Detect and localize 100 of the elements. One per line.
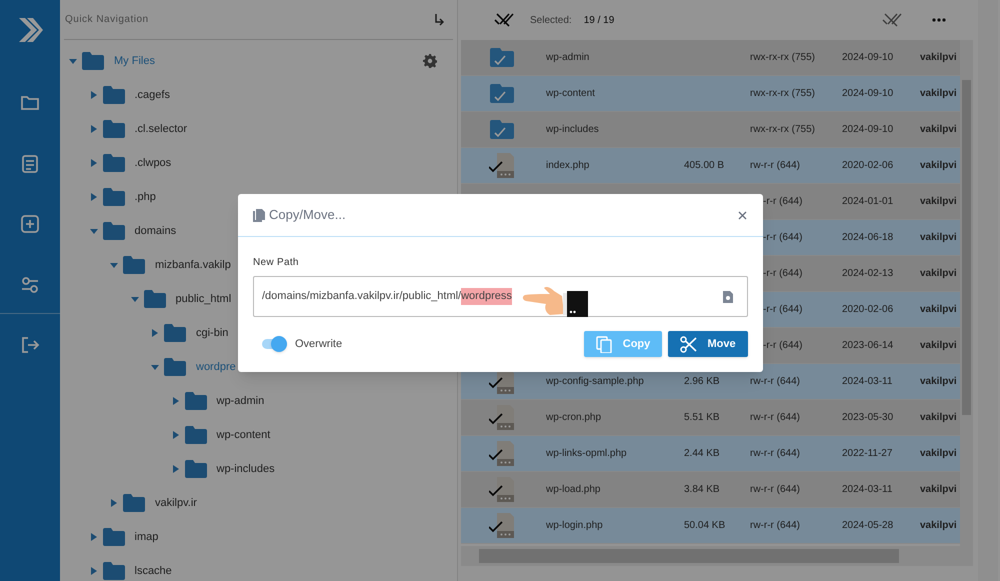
caret-icon[interactable]	[90, 567, 98, 575]
folder-label[interactable]: .cl.selector	[134, 120, 188, 138]
horizontal-scrollbar[interactable]	[461, 546, 973, 566]
folder-icon	[102, 120, 124, 138]
move-button[interactable]: Move	[668, 331, 748, 357]
table-cell: 2024-09-10	[842, 52, 894, 63]
table-cell: 2020-02-06	[842, 304, 894, 315]
table-cell: wp-content	[546, 88, 595, 99]
path-field[interactable]: /domains/mizbanfa.vakilpv.ir/public_html/wordpress	[253, 276, 748, 317]
table-cell: vakilpvi	[920, 484, 957, 495]
folder-icon	[102, 562, 124, 580]
caret-icon[interactable]	[90, 228, 98, 234]
folder-label[interactable]: lscache	[134, 562, 172, 580]
table-cell: 2020-02-06	[842, 160, 894, 171]
table-row[interactable]: wp-admin rwx-rx-rx (755) 2024-09-10 vakilpvi	[461, 40, 960, 76]
table-cell: 2024-09-10	[842, 88, 894, 99]
folder-label[interactable]: public_html	[176, 290, 232, 308]
table-cell: wp-config-sample.php	[546, 376, 644, 387]
scrollbar-thumb[interactable]	[962, 80, 971, 415]
folder-icon	[184, 426, 206, 444]
table-cell: 2024-03-11	[842, 376, 892, 387]
table-cell: vakilpvi	[920, 412, 957, 423]
caret-icon[interactable]	[90, 125, 98, 133]
folder-label[interactable]: wordpre	[196, 358, 236, 376]
table-cell: rw-r-r (644)	[750, 160, 800, 171]
table-cell: -r-r (644)	[763, 196, 802, 207]
table-cell: rwx-rx-rx (755)	[750, 124, 815, 135]
folder-label[interactable]: domains	[134, 222, 176, 240]
add-icon[interactable]	[20, 214, 40, 234]
table-cell: rwx-rx-rx (755)	[750, 52, 815, 63]
scrollbar[interactable]	[960, 40, 973, 546]
close-icon[interactable]	[738, 210, 747, 220]
caret-icon[interactable]	[130, 296, 138, 302]
table-row[interactable]: wp-login.php 50.04 KB rw-r-r (644) 2024-05-28 vakilpvi	[461, 508, 960, 544]
caret-icon[interactable]	[151, 329, 159, 337]
table-row[interactable]: index.php 405.00 B rw-r-r (644) 2020-02-06 vakilpvi	[461, 148, 960, 184]
return-arrow-icon[interactable]	[434, 14, 444, 26]
folder-label[interactable]: My Files	[114, 52, 155, 70]
caret-icon[interactable]	[110, 262, 118, 268]
table-cell: wp-includes	[546, 124, 599, 135]
text-highlight: wordpress	[461, 288, 512, 305]
folder-label[interactable]: wp-admin	[216, 392, 264, 410]
table-cell: vakilpvi	[920, 376, 957, 387]
table-cell: vakilpvi	[920, 196, 957, 207]
table-cell: index.php	[546, 160, 590, 171]
caret-icon[interactable]	[90, 193, 98, 201]
logout-icon[interactable]	[20, 335, 40, 355]
folder-label[interactable]: wp-content	[216, 426, 270, 444]
folder-label[interactable]: cgi-bin	[196, 324, 228, 342]
table-row[interactable]: wp-includes rwx-rx-rx (755) 2024-09-10 vakilpvi	[461, 112, 960, 148]
caret-icon[interactable]	[151, 364, 159, 370]
selection-count: 19 / 19	[584, 14, 614, 28]
table-cell: vakilpvi	[920, 124, 957, 135]
logo-icon[interactable]	[17, 16, 43, 44]
folder-label[interactable]: .cagefs	[134, 86, 170, 104]
settings-icon[interactable]	[423, 54, 437, 68]
folder-icon	[164, 324, 186, 342]
path-text: /domains/mizbanfa.vakilpv.ir/public_html/	[262, 289, 462, 304]
folder-label[interactable]: vakilpv.ir	[155, 494, 197, 512]
caret-icon[interactable]	[90, 91, 98, 99]
folder-label[interactable]: .clwpos	[134, 154, 172, 172]
settings-icon[interactable]	[20, 275, 40, 295]
table-row[interactable]: wp-content rwx-rx-rx (755) 2024-09-10 vakilpvi	[461, 76, 960, 112]
table-cell: vakilpvi	[920, 304, 957, 315]
table-cell: vakilpvi	[920, 448, 957, 459]
document-icon[interactable]	[21, 154, 39, 174]
table-cell: -r-r (644)	[763, 340, 802, 351]
folder-label[interactable]: wp-includes	[216, 460, 275, 478]
folder-icon	[102, 528, 124, 546]
overwrite-toggle[interactable]	[262, 336, 287, 352]
table-cell: 3.84 KB	[684, 484, 720, 495]
deselect-icon[interactable]	[882, 13, 902, 27]
folder-icon[interactable]	[20, 94, 40, 112]
scrollbar-thumb[interactable]	[479, 549, 899, 563]
folder-label[interactable]: mizbanfa.vakilp	[155, 256, 231, 274]
selection-label: Selected:	[530, 14, 572, 28]
panel-title: Quick Navigation	[65, 13, 149, 27]
caret-icon[interactable]	[90, 159, 98, 167]
table-row[interactable]: wp-load.php 3.84 KB rw-r-r (644) 2024-03-11 vakilpvi	[461, 472, 960, 508]
caret-icon[interactable]	[172, 431, 180, 439]
folder-label[interactable]: imap	[134, 528, 158, 546]
dialog-title: Copy/Move...	[269, 206, 346, 224]
folder-label[interactable]: .php	[134, 188, 156, 206]
caret-icon[interactable]	[172, 397, 180, 405]
pointing-hand-icon	[522, 286, 590, 318]
folder-icon	[102, 154, 124, 172]
search-file-icon[interactable]	[723, 290, 733, 302]
table-cell: rw-r-r (644)	[750, 376, 800, 387]
caret-icon[interactable]	[90, 533, 98, 541]
table-row[interactable]: wp-links-opml.php 2.44 KB rw-r-r (644) 2022-11-27 vakilpvi	[461, 436, 960, 472]
deselect-icon[interactable]	[494, 13, 514, 27]
table-cell: wp-load.php	[546, 484, 600, 495]
table-cell: -r-r (644)	[763, 232, 802, 243]
table-row[interactable]: wp-cron.php 5.51 KB rw-r-r (644) 2023-05-30 vakilpvi	[461, 400, 960, 436]
more-icon[interactable]	[932, 18, 946, 22]
caret-icon[interactable]	[172, 465, 180, 473]
caret-icon[interactable]	[69, 58, 77, 64]
table-cell: 2022-11-27	[842, 448, 892, 459]
caret-icon[interactable]	[110, 499, 118, 507]
table-cell: 2.44 KB	[684, 448, 720, 459]
